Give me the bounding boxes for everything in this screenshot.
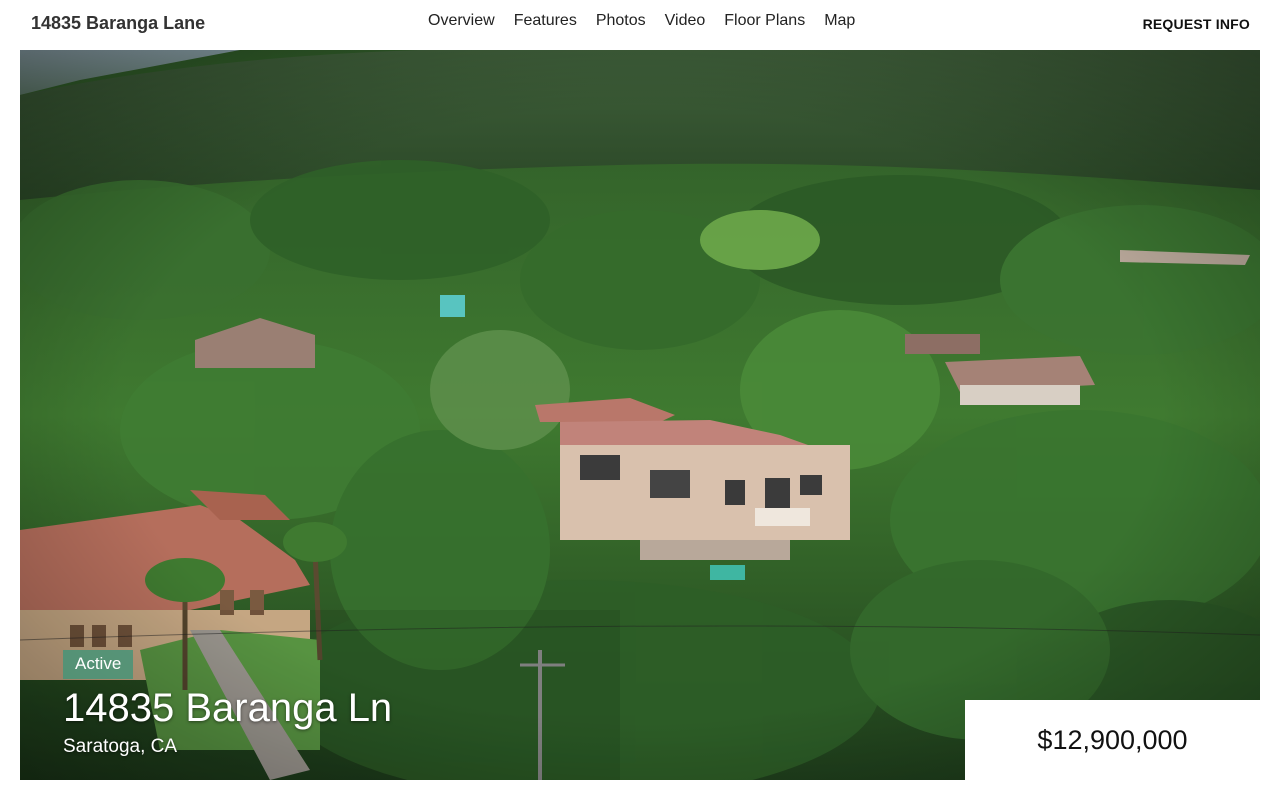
request-info-button[interactable]: REQUEST INFO xyxy=(1143,16,1250,32)
aerial-estate-image xyxy=(20,50,1260,780)
nav-video[interactable]: Video xyxy=(665,12,706,30)
status-badge: Active xyxy=(63,650,134,679)
nav-photos[interactable]: Photos xyxy=(596,12,646,30)
site-title[interactable]: 14835 Baranga Lane xyxy=(31,13,205,34)
top-navigation-bar: 14835 Baranga Lane Overview Features Pho… xyxy=(0,0,1280,50)
property-address: 14835 Baranga Ln xyxy=(63,686,393,730)
nav-floor-plans[interactable]: Floor Plans xyxy=(724,12,805,30)
property-city: Saratoga, CA xyxy=(63,736,178,757)
main-nav: Overview Features Photos Video Floor Pla… xyxy=(428,12,874,30)
property-price: $12,900,000 xyxy=(1037,724,1188,755)
nav-overview[interactable]: Overview xyxy=(428,12,495,30)
nav-features[interactable]: Features xyxy=(514,12,577,30)
price-panel: $12,900,000 xyxy=(965,700,1260,780)
nav-map[interactable]: Map xyxy=(824,12,855,30)
hero-property-photo: Active 14835 Baranga Ln Saratoga, CA xyxy=(20,50,1260,780)
